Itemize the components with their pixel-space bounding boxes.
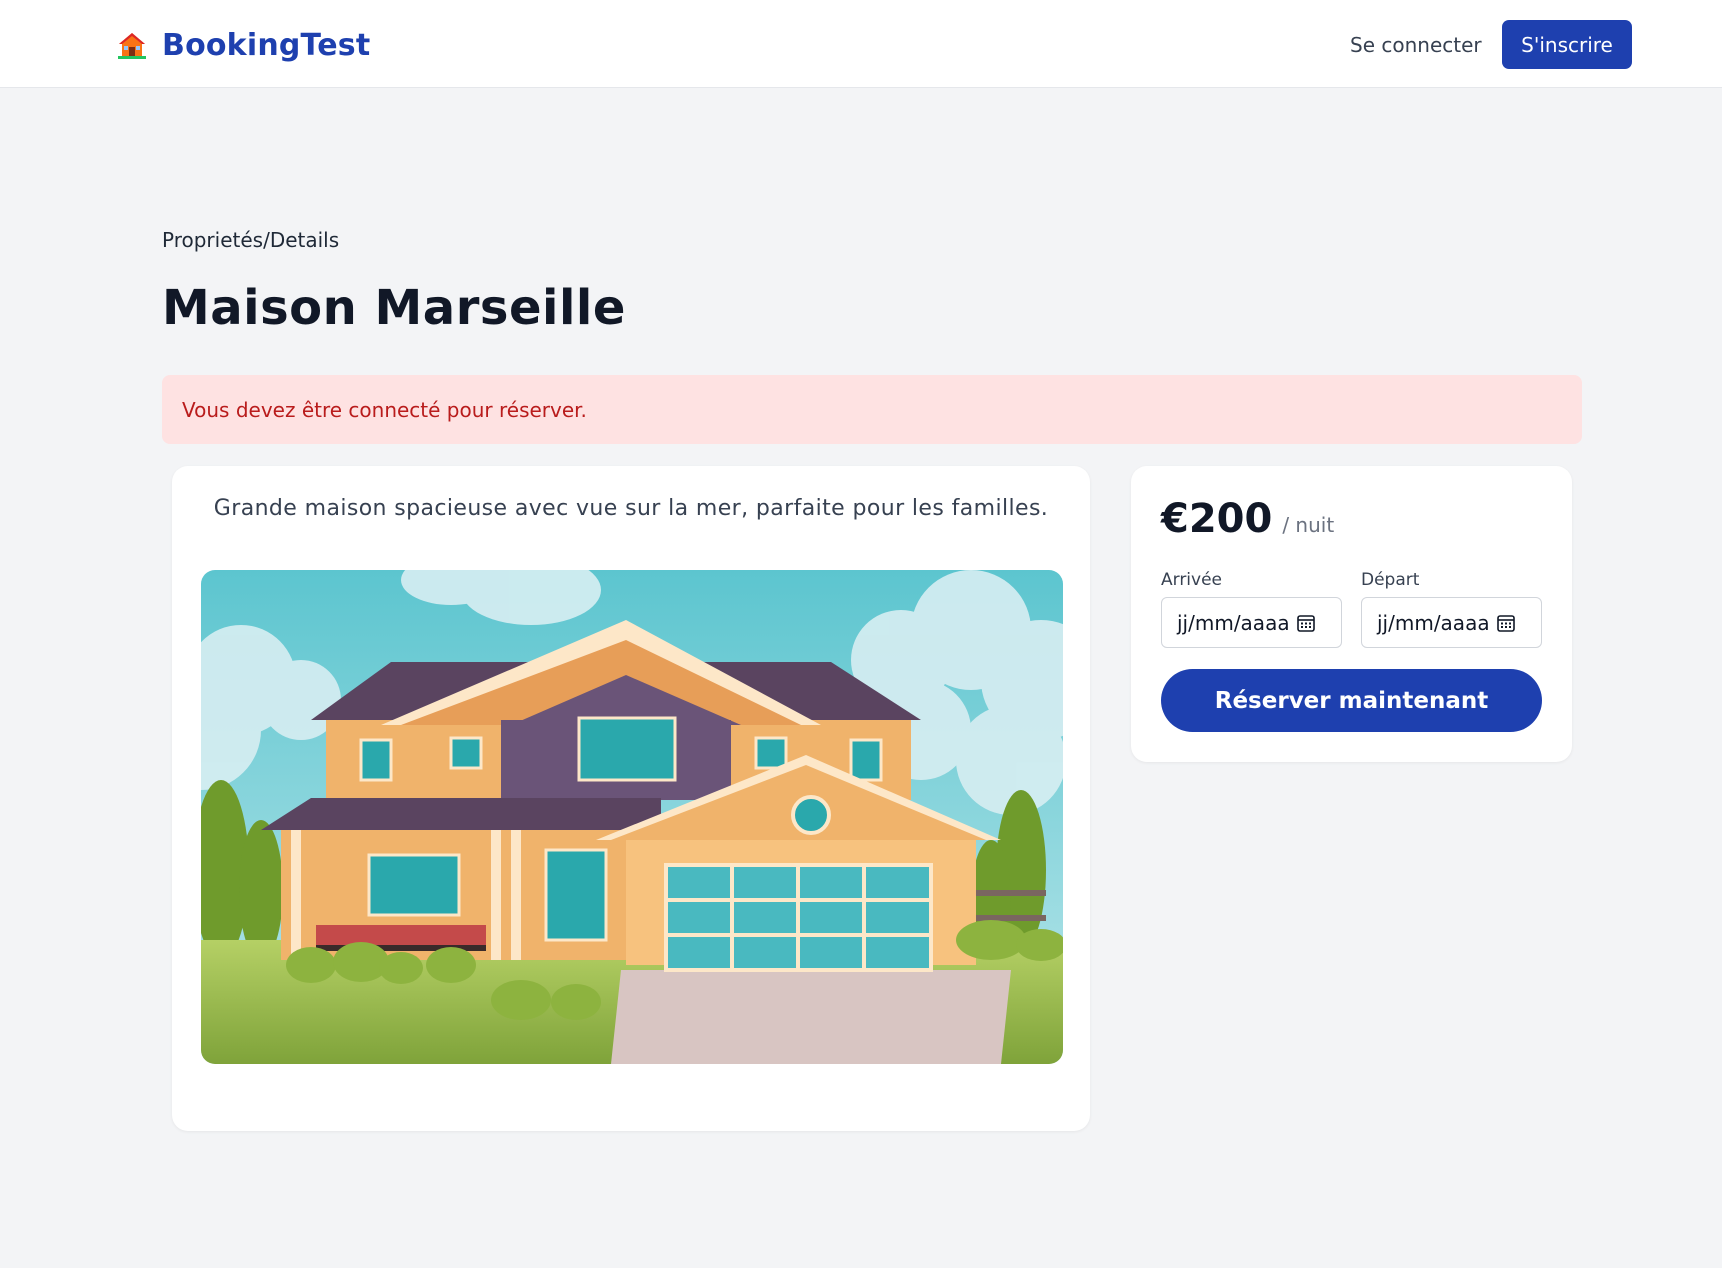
brand-logo[interactable]: BookingTest <box>116 24 370 66</box>
page-title: Maison Marseille <box>162 280 626 336</box>
reserve-now-button[interactable]: Réserver maintenant <box>1161 669 1542 732</box>
arrival-label: Arrivée <box>1161 570 1223 590</box>
property-image <box>201 570 1063 1064</box>
property-details-card: Grande maison spacieuse avec vue sur la … <box>172 466 1090 1131</box>
calendar-icon[interactable] <box>1496 613 1516 633</box>
brand-name: BookingTest <box>162 27 371 63</box>
price-row: €200 / nuit <box>1161 496 1334 542</box>
departure-date-input[interactable]: jj/mm/aaaa <box>1361 597 1542 648</box>
nightly-price: €200 <box>1161 496 1273 542</box>
arrival-date-placeholder: jj/mm/aaaa <box>1177 610 1290 635</box>
house-icon <box>118 33 146 59</box>
login-link[interactable]: Se connecter <box>1350 30 1482 60</box>
departure-label: Départ <box>1361 570 1420 590</box>
property-description: Grande maison spacieuse avec vue sur la … <box>213 496 1049 521</box>
top-navbar: BookingTest Se connecter S'inscrire <box>0 0 1722 88</box>
calendar-icon[interactable] <box>1296 613 1316 633</box>
price-unit: / nuit <box>1282 513 1335 537</box>
login-required-alert: Vous devez être connecté pour réserver. <box>162 375 1582 444</box>
alert-message: Vous devez être connecté pour réserver. <box>182 397 587 422</box>
arrival-date-input[interactable]: jj/mm/aaaa <box>1161 597 1342 648</box>
signup-button[interactable]: S'inscrire <box>1502 20 1632 69</box>
booking-card: €200 / nuit Arrivée jj/mm/aaaa Départ jj… <box>1131 466 1572 762</box>
breadcrumb: Proprietés/Details <box>162 228 340 252</box>
departure-date-placeholder: jj/mm/aaaa <box>1377 610 1490 635</box>
